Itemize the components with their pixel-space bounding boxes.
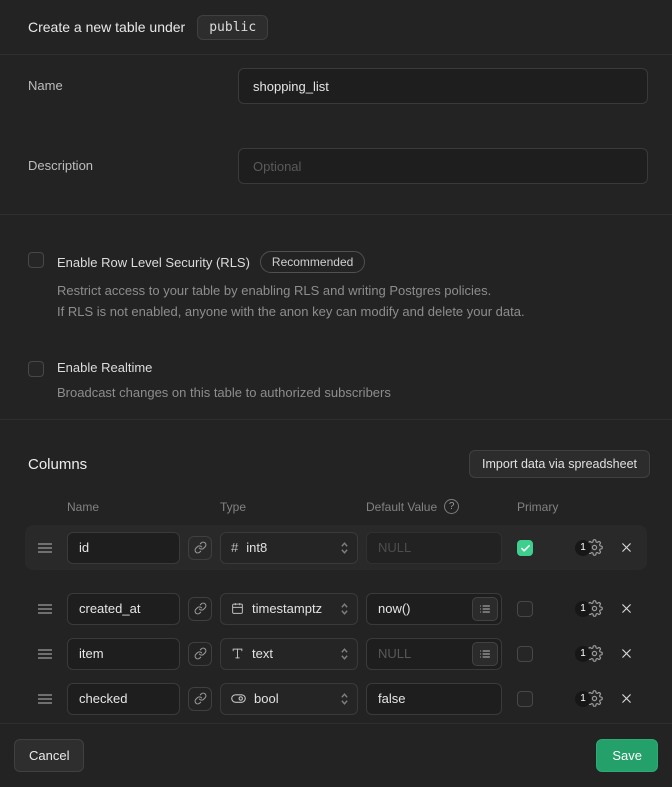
header-name: Name — [67, 500, 180, 514]
dialog-footer: Cancel Save — [0, 723, 672, 787]
chevron-updown-icon — [340, 692, 349, 706]
default-value-wrap — [366, 638, 502, 670]
remove-column-icon[interactable] — [619, 601, 634, 616]
column-name-input[interactable] — [67, 532, 180, 564]
column-row-checked: bool 1 — [25, 676, 647, 721]
foreign-key-link-icon[interactable] — [188, 687, 212, 711]
column-name-input[interactable] — [67, 638, 180, 670]
primary-checkbox[interactable] — [517, 540, 533, 556]
save-button[interactable]: Save — [596, 739, 658, 772]
header-default-value: Default Value — [366, 500, 437, 514]
column-type-label: text — [252, 646, 332, 661]
column-type-label: bool — [254, 691, 332, 706]
default-value-wrap — [366, 683, 502, 715]
columns-section: Columns Import data via spreadsheet Name… — [0, 420, 672, 723]
default-suggestions-button[interactable] — [472, 642, 498, 666]
import-spreadsheet-button[interactable]: Import data via spreadsheet — [469, 450, 650, 478]
rls-description: Restrict access to your table by enablin… — [57, 280, 644, 322]
column-type-label: timestamptz — [252, 601, 332, 616]
primary-checkbox[interactable] — [517, 646, 533, 662]
column-type-select[interactable]: bool — [220, 683, 358, 715]
dialog-title: Create a new table under — [28, 19, 185, 35]
remove-column-icon[interactable] — [619, 646, 634, 661]
column-settings-button[interactable]: 1 — [575, 690, 603, 707]
columns-heading: Columns — [28, 456, 87, 473]
help-icon[interactable]: ? — [444, 499, 459, 514]
name-label: Name — [28, 68, 238, 93]
text-icon — [231, 647, 244, 660]
drag-handle-icon[interactable] — [38, 603, 52, 615]
column-name-input[interactable] — [67, 683, 180, 715]
column-settings-button[interactable]: 1 — [575, 645, 603, 662]
table-description-input[interactable] — [238, 148, 648, 184]
drag-handle-icon[interactable] — [38, 542, 52, 554]
schema-badge: public — [197, 15, 268, 40]
basic-info-section: Name Description — [0, 55, 672, 215]
settings-count-badge: 1 — [575, 601, 591, 617]
hash-icon: # — [231, 540, 238, 555]
column-type-select[interactable]: # int8 — [220, 532, 358, 564]
primary-checkbox[interactable] — [517, 601, 533, 617]
description-label: Description — [28, 148, 238, 173]
column-row-item: text 1 — [25, 631, 647, 676]
default-value-wrap — [366, 593, 502, 625]
cancel-button[interactable]: Cancel — [14, 739, 84, 772]
remove-column-icon[interactable] — [619, 540, 634, 555]
table-name-input[interactable] — [238, 68, 648, 104]
remove-column-icon[interactable] — [619, 691, 634, 706]
default-suggestions-button[interactable] — [472, 597, 498, 621]
settings-count-badge: 1 — [575, 691, 591, 707]
recommended-badge: Recommended — [260, 251, 365, 273]
check-icon — [520, 543, 531, 554]
default-value-wrap — [366, 532, 502, 564]
chevron-updown-icon — [340, 541, 349, 555]
column-name-input[interactable] — [67, 593, 180, 625]
column-row-created-at: timestamptz 1 — [25, 586, 647, 631]
primary-checkbox[interactable] — [517, 691, 533, 707]
drag-handle-icon[interactable] — [38, 648, 52, 660]
settings-count-badge: 1 — [575, 540, 591, 556]
dialog-header: Create a new table under public — [0, 0, 672, 55]
calendar-icon — [231, 602, 244, 615]
column-settings-button[interactable]: 1 — [575, 600, 603, 617]
rls-checkbox[interactable] — [28, 252, 44, 268]
column-type-select[interactable]: timestamptz — [220, 593, 358, 625]
chevron-updown-icon — [340, 602, 349, 616]
foreign-key-link-icon[interactable] — [188, 642, 212, 666]
default-value-input[interactable] — [366, 683, 502, 715]
columns-header-row: Name Type Default Value ? Primary — [25, 499, 647, 514]
column-type-select[interactable]: text — [220, 638, 358, 670]
realtime-label: Enable Realtime — [57, 360, 152, 375]
settings-count-badge: 1 — [575, 646, 591, 662]
realtime-description: Broadcast changes on this table to autho… — [57, 382, 644, 403]
toggle-icon — [231, 693, 246, 704]
realtime-toggle-group: Enable Realtime Broadcast changes on thi… — [28, 360, 644, 403]
chevron-updown-icon — [340, 647, 349, 661]
default-value-input — [366, 532, 502, 564]
column-settings-button[interactable]: 1 — [575, 539, 603, 556]
rls-toggle-group: Enable Row Level Security (RLS) Recommen… — [28, 251, 644, 322]
realtime-checkbox[interactable] — [28, 361, 44, 377]
list-icon — [479, 648, 491, 660]
drag-handle-icon[interactable] — [38, 693, 52, 705]
options-section: Enable Row Level Security (RLS) Recommen… — [0, 215, 672, 420]
foreign-key-link-icon[interactable] — [188, 597, 212, 621]
foreign-key-link-icon[interactable] — [188, 536, 212, 560]
create-table-dialog: Create a new table under public Name Des… — [0, 0, 672, 787]
column-type-label: int8 — [246, 540, 332, 555]
column-row-id: # int8 1 — [25, 525, 647, 570]
header-type: Type — [220, 500, 366, 514]
rls-label: Enable Row Level Security (RLS) — [57, 255, 250, 270]
header-primary: Primary — [517, 500, 558, 514]
list-icon — [479, 603, 491, 615]
